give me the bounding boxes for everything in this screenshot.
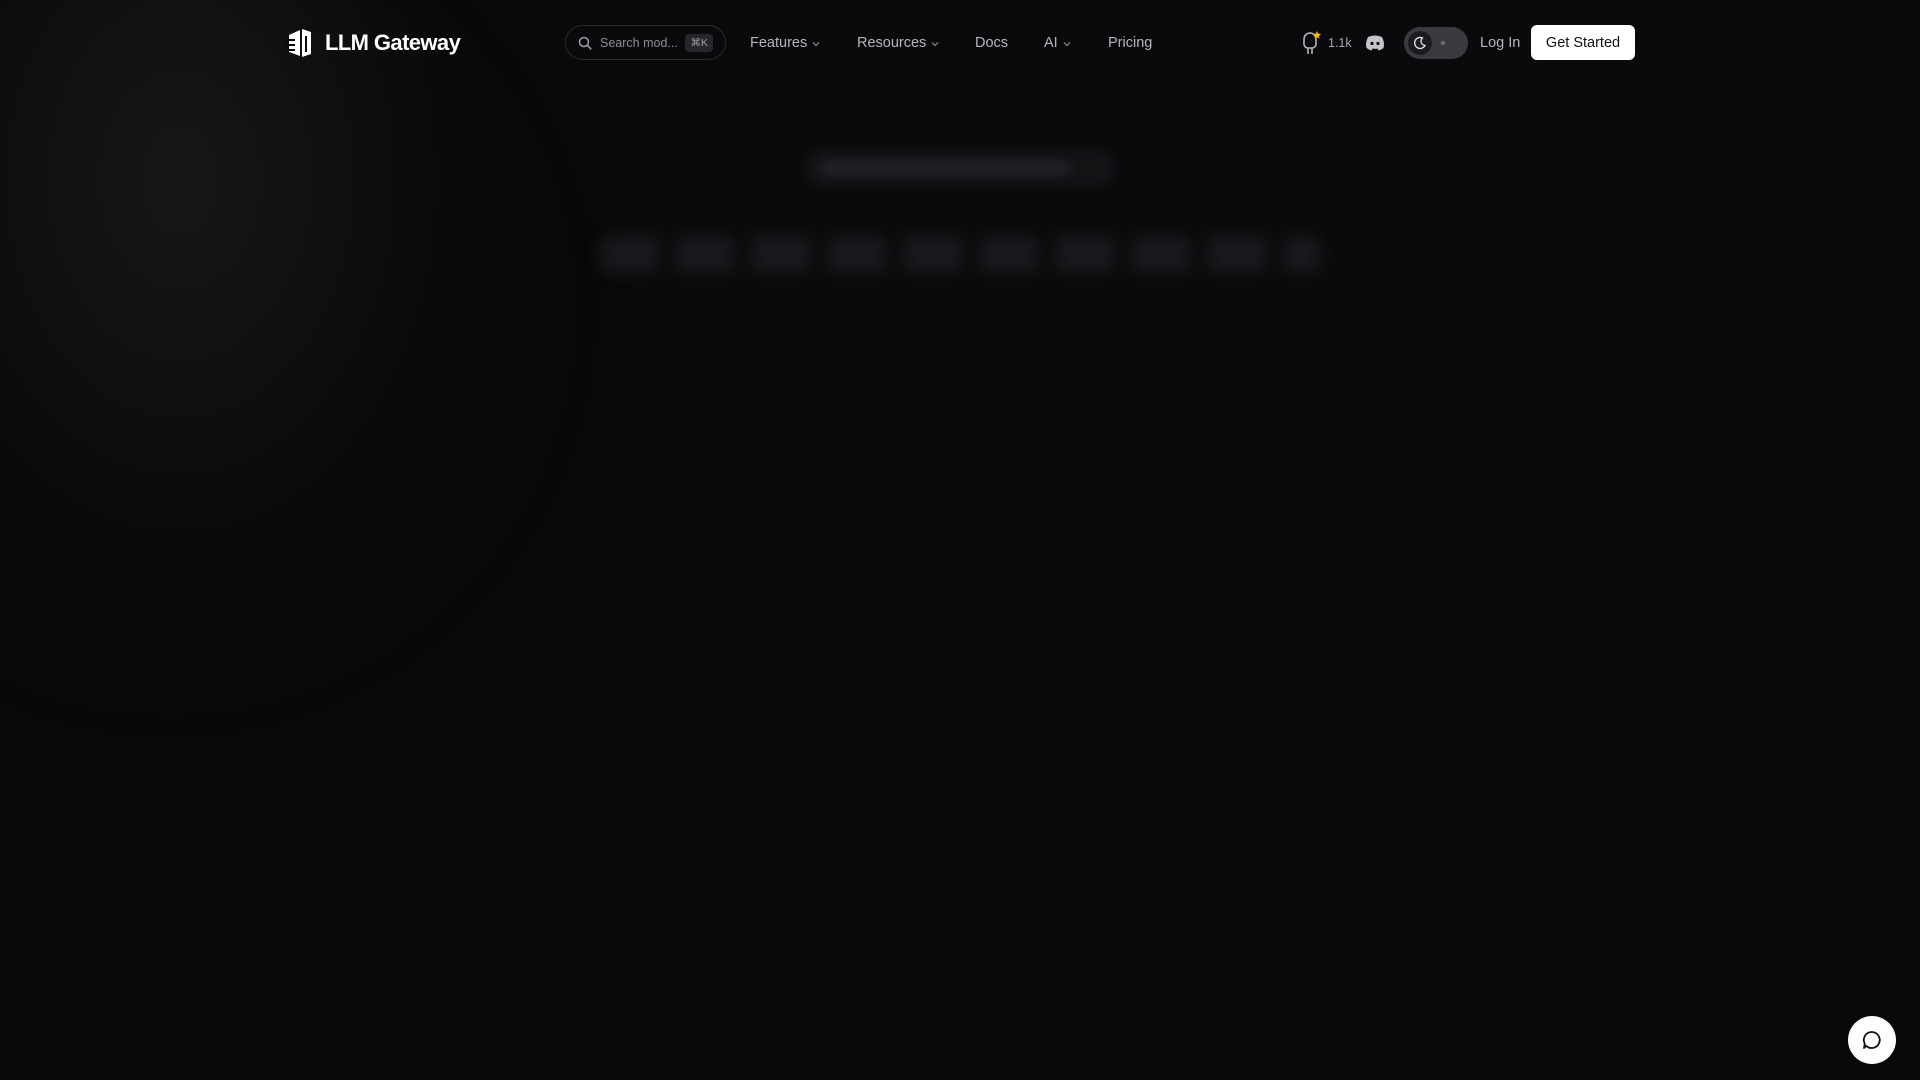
search-input[interactable]: Search mod... ⌘K (565, 25, 726, 60)
nav-ai[interactable]: AI (1044, 0, 1071, 86)
nav-resources[interactable]: Resources (857, 0, 939, 86)
nav-pricing[interactable]: Pricing (1108, 0, 1152, 86)
nav-features-label: Features (750, 35, 808, 51)
search-placeholder: Search mod... (600, 35, 678, 50)
chat-bubble-icon (1862, 1031, 1881, 1049)
toggle-knob (1408, 31, 1432, 55)
chat-widget-button[interactable] (1848, 1016, 1896, 1064)
github-stars-link[interactable]: 1.1k (1298, 29, 1352, 57)
nav-resources-label: Resources (857, 35, 927, 51)
theme-toggle[interactable] (1404, 27, 1468, 59)
sun-icon (1440, 40, 1446, 46)
hero-badge-text-placeholder (820, 161, 1070, 175)
github-star-count: 1.1k (1328, 36, 1352, 50)
github-icon (1303, 31, 1321, 54)
nav-docs-label: Docs (975, 35, 1009, 51)
search-shortcut-badge: ⌘K (685, 33, 713, 52)
llm-gateway-logo-icon (285, 29, 311, 57)
chevron-down-icon (812, 42, 820, 47)
background-glow (0, 0, 600, 740)
login-link[interactable]: Log In (1480, 0, 1520, 86)
hero-title-placeholder (600, 236, 1320, 272)
nav-features[interactable]: Features (750, 0, 820, 86)
page: LLM Gateway Search mod... ⌘K Features Re… (0, 0, 1920, 1080)
star-icon (1313, 31, 1321, 39)
moon-icon (1413, 36, 1427, 50)
nav-ai-label: AI (1044, 35, 1058, 51)
nav-docs[interactable]: Docs (975, 0, 1008, 86)
chevron-down-icon (931, 42, 939, 47)
get-started-button[interactable]: Get Started (1531, 25, 1635, 60)
search-icon (578, 36, 592, 50)
chevron-down-icon (1063, 42, 1071, 47)
discord-icon[interactable] (1364, 32, 1386, 54)
brand-name: LLM Gateway (325, 30, 461, 55)
site-header: LLM Gateway Search mod... ⌘K Features Re… (0, 0, 1920, 86)
brand-logo-link[interactable]: LLM Gateway (283, 25, 461, 61)
nav-pricing-label: Pricing (1108, 35, 1153, 51)
